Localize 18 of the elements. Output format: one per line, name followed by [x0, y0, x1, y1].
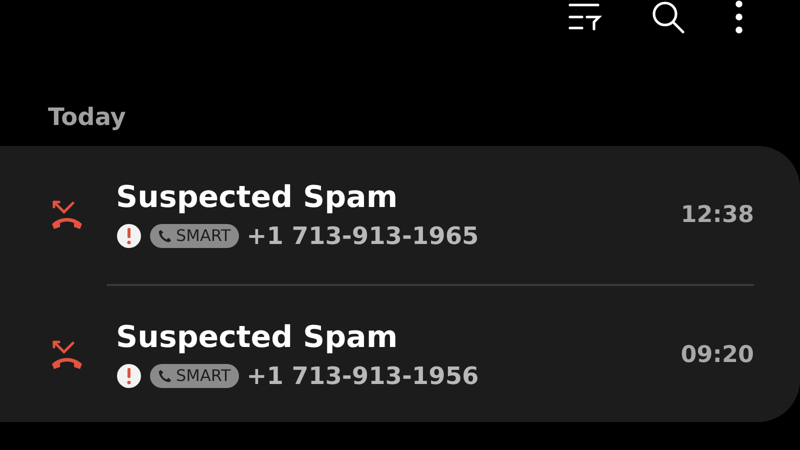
- warning-icon: [116, 363, 142, 389]
- smart-call-badge: SMART: [150, 224, 239, 248]
- phone-number: +1 713-913-1965: [246, 222, 479, 250]
- filter-icon[interactable]: [568, 2, 602, 32]
- section-title: Today: [48, 102, 126, 132]
- call-time: 09:20: [680, 342, 754, 368]
- search-icon[interactable]: [650, 0, 686, 35]
- missed-call-icon: [50, 340, 84, 370]
- phone-number: +1 713-913-1956: [246, 362, 479, 390]
- more-icon[interactable]: [734, 0, 744, 34]
- caller-name: Suspected Spam: [116, 180, 399, 216]
- warning-icon: [116, 223, 142, 249]
- smart-call-badge: SMART: [150, 364, 239, 388]
- missed-call-icon: [50, 200, 84, 230]
- call-log-item[interactable]: Suspected Spam SMART +1 713-913-1965 12:38: [50, 146, 754, 284]
- call-log-item[interactable]: Suspected Spam SMART +1 713-913-1956 09:20: [50, 286, 754, 424]
- call-time: 12:38: [680, 202, 754, 228]
- caller-name: Suspected Spam: [116, 320, 399, 356]
